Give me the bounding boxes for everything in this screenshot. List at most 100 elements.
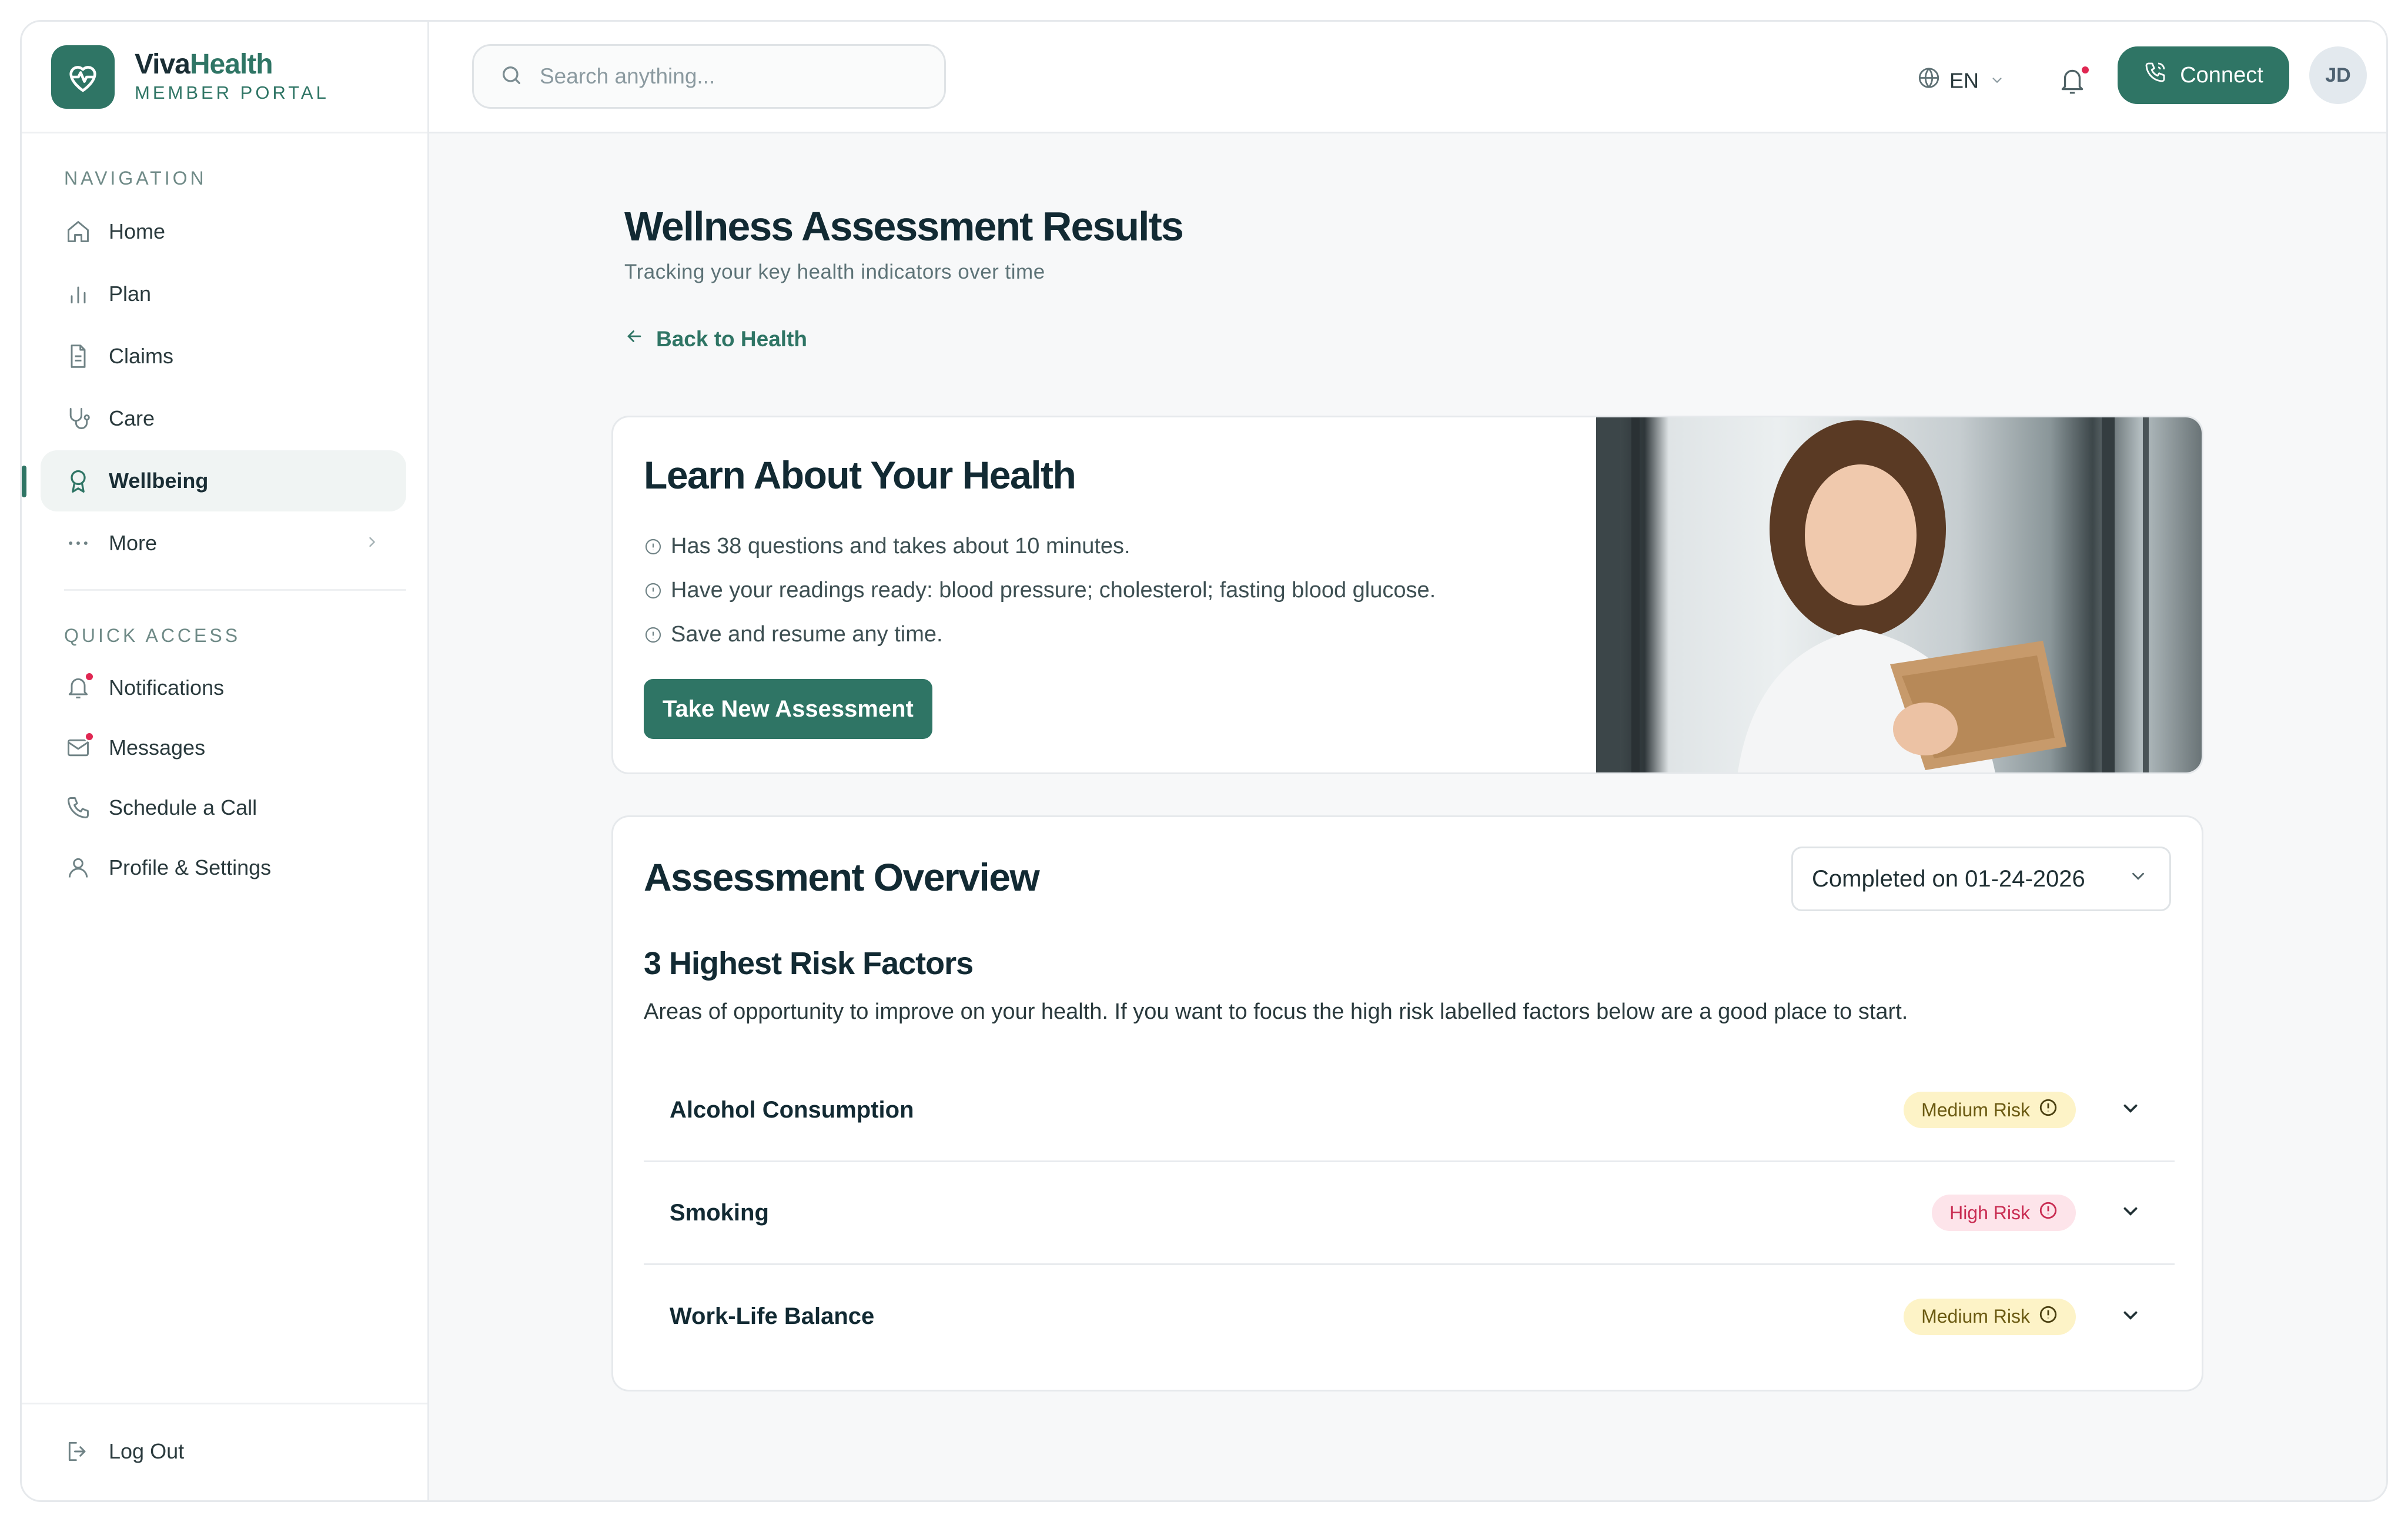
- message-dot: [84, 731, 95, 742]
- list-item: Has 38 questions and takes about 10 minu…: [644, 524, 1573, 568]
- sidebar-item-care[interactable]: Care: [41, 388, 406, 449]
- risk-badge[interactable]: Medium Risk: [1904, 1298, 2076, 1335]
- learn-card-points: Has 38 questions and takes about 10 minu…: [644, 524, 1573, 657]
- search-box[interactable]: [472, 44, 946, 109]
- sidebar-item-more[interactable]: More: [41, 513, 406, 574]
- risk-factors-description: Areas of opportunity to improve on your …: [644, 999, 1908, 1024]
- expand-chevron-icon[interactable]: [2119, 1304, 2142, 1329]
- document-icon: [64, 342, 92, 370]
- learn-about-health-card: Learn About Your Health Has 38 questions…: [611, 416, 2203, 774]
- risk-row-alcohol[interactable]: Alcohol Consumption Medium Risk: [644, 1059, 2175, 1162]
- sidebar-item-label: Notifications: [109, 675, 225, 700]
- assessment-date-select[interactable]: Completed on 01-24-2026: [1791, 847, 2171, 911]
- sidebar-item-label: Messages: [109, 735, 206, 760]
- page-content: Wellness Assessment Results Tracking you…: [611, 133, 2218, 1391]
- alert-circle-icon: [2038, 1200, 2058, 1225]
- bell-icon: [64, 671, 95, 702]
- risk-name: Smoking: [670, 1199, 769, 1226]
- brand-name: VivaHealth: [135, 50, 329, 79]
- sidebar-item-schedule-call[interactable]: Schedule a Call: [41, 778, 406, 837]
- chevron-down-icon: [2128, 866, 2148, 892]
- learn-card-text: Learn About Your Health Has 38 questions…: [644, 453, 1573, 739]
- sidebar-item-label: Wellbeing: [109, 469, 209, 493]
- user-avatar[interactable]: JD: [2309, 46, 2367, 104]
- notifications-button[interactable]: [2058, 65, 2091, 99]
- alert-circle-icon: [2038, 1098, 2058, 1122]
- language-selector[interactable]: EN: [1917, 66, 2005, 96]
- selected-date: Completed on 01-24-2026: [1812, 865, 2085, 892]
- take-new-assessment-button[interactable]: Take New Assessment: [644, 679, 932, 739]
- point-text: Has 38 questions and takes about 10 minu…: [671, 534, 1131, 558]
- phone-icon: [64, 794, 92, 822]
- logout-button[interactable]: Log Out: [41, 1422, 406, 1481]
- home-icon: [64, 218, 92, 246]
- page-title: Wellness Assessment Results: [624, 203, 1184, 249]
- sidebar-item-label: Plan: [109, 282, 152, 306]
- sidebar-item-claims[interactable]: Claims: [41, 326, 406, 387]
- search-icon: [500, 63, 523, 90]
- sidebar-item-label: Schedule a Call: [109, 795, 257, 819]
- risk-row-smoking[interactable]: Smoking High Risk: [644, 1162, 2175, 1265]
- risk-factor-list: Alcohol Consumption Medium Risk Smoking …: [644, 1059, 2175, 1368]
- risk-level: Medium Risk: [1921, 1099, 2030, 1120]
- learn-card-title: Learn About Your Health: [644, 453, 1076, 497]
- risk-level: High Risk: [1949, 1202, 2030, 1223]
- sidebar-item-label: Claims: [109, 344, 174, 368]
- stethoscope-icon: [64, 404, 92, 433]
- language-label: EN: [1949, 68, 1979, 92]
- risk-name: Alcohol Consumption: [670, 1096, 914, 1123]
- bell-icon: [2058, 69, 2087, 99]
- bar-chart-icon: [64, 280, 92, 308]
- risk-badge[interactable]: High Risk: [1932, 1195, 2076, 1231]
- risk-row-work-life-balance[interactable]: Work-Life Balance Medium Risk: [644, 1265, 2175, 1368]
- point-text: Save and resume any time.: [671, 622, 943, 647]
- sidebar-item-label: Home: [109, 219, 166, 243]
- page-subtitle: Tracking your key health indicators over…: [624, 260, 1045, 283]
- top-bar: EN Connect JD: [429, 22, 2386, 133]
- sidebar-item-profile-settings[interactable]: Profile & Settings: [41, 838, 406, 897]
- alert-circle-icon: [2038, 1304, 2058, 1329]
- assessment-overview-card: Assessment Overview Completed on 01-24-2…: [611, 815, 2203, 1391]
- sidebar-item-label: More: [109, 531, 158, 555]
- navigation-section-title: NAVIGATION: [64, 168, 207, 189]
- risk-name: Work-Life Balance: [670, 1303, 875, 1329]
- connect-label: Connect: [2180, 62, 2263, 88]
- info-icon: [644, 625, 663, 644]
- expand-chevron-icon[interactable]: [2119, 1098, 2142, 1123]
- sidebar-item-plan[interactable]: Plan: [41, 263, 406, 325]
- brand[interactable]: VivaHealth MEMBER PORTAL: [22, 22, 427, 133]
- heart-pulse-logo-icon: [51, 45, 115, 109]
- back-link-label: Back to Health: [656, 326, 808, 351]
- sidebar-item-notifications[interactable]: Notifications: [41, 658, 406, 717]
- woman-with-tablet-photo: [1596, 417, 2202, 772]
- sidebar-item-wellbeing[interactable]: Wellbeing: [22, 450, 406, 511]
- user-icon: [64, 854, 92, 882]
- info-icon: [644, 537, 663, 556]
- sidebar-item-messages[interactable]: Messages: [41, 718, 406, 777]
- brand-name-suffix: Health: [189, 49, 273, 81]
- expand-chevron-icon[interactable]: [2119, 1200, 2142, 1226]
- brand-name-prefix: Viva: [135, 49, 190, 81]
- overview-title: Assessment Overview: [644, 855, 1040, 899]
- search-input[interactable]: [540, 64, 916, 89]
- logout-label: Log Out: [109, 1439, 185, 1463]
- photo-illustration: [1596, 417, 2149, 772]
- app-window: VivaHealth MEMBER PORTAL NAVIGATION Home…: [20, 20, 2388, 1502]
- notification-dot: [2080, 65, 2091, 75]
- point-text: Have your readings ready: blood pressure…: [671, 578, 1436, 603]
- phone-icon: [2143, 61, 2167, 90]
- logout-icon: [64, 1437, 92, 1466]
- sidebar-item-label: Care: [109, 406, 155, 430]
- sidebar-divider: [64, 589, 406, 591]
- risk-badge[interactable]: Medium Risk: [1904, 1092, 2076, 1128]
- risk-factors-title: 3 Highest Risk Factors: [644, 946, 974, 981]
- sidebar-item-home[interactable]: Home: [41, 201, 406, 262]
- sidebar-item-label: Profile & Settings: [109, 855, 272, 879]
- brand-subtitle: MEMBER PORTAL: [135, 82, 329, 103]
- mail-icon: [64, 731, 95, 762]
- notification-dot: [84, 671, 95, 682]
- back-to-health-link[interactable]: Back to Health: [624, 326, 807, 352]
- connect-button[interactable]: Connect: [2118, 46, 2289, 104]
- risk-level: Medium Risk: [1921, 1306, 2030, 1327]
- globe-icon: [1917, 66, 1941, 96]
